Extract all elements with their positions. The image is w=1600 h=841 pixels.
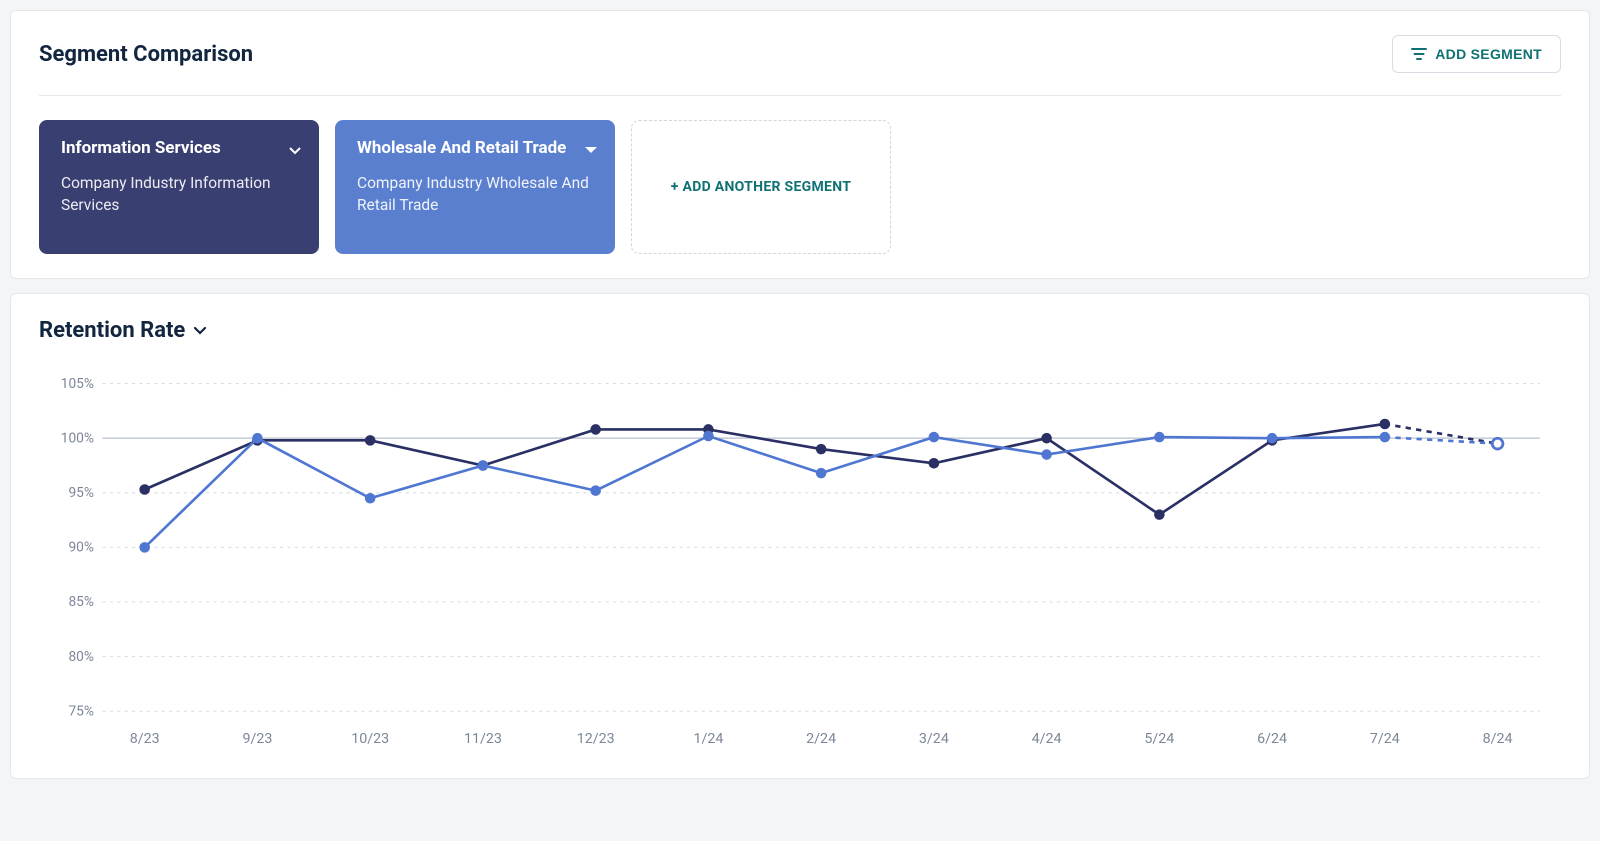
add-segment-button[interactable]: ADD SEGMENT — [1392, 35, 1561, 73]
svg-text:105%: 105% — [61, 376, 94, 392]
svg-text:100%: 100% — [61, 430, 94, 446]
add-another-segment-label: + ADD ANOTHER SEGMENT — [671, 179, 851, 195]
svg-text:5/24: 5/24 — [1144, 731, 1174, 747]
metric-title: Retention Rate — [39, 318, 185, 343]
svg-text:7/24: 7/24 — [1370, 731, 1400, 747]
add-segment-label: ADD SEGMENT — [1435, 46, 1542, 62]
retention-chart: 75% 80% 85% 90% 95% 100% 105% 8/23 9/23 10/23 11/2… — [39, 373, 1561, 754]
svg-text:12/23: 12/23 — [577, 731, 615, 747]
svg-text:8/24: 8/24 — [1483, 731, 1513, 747]
segment-card-information-services[interactable]: Information Services Company Industry In… — [39, 120, 319, 254]
svg-text:75%: 75% — [68, 703, 94, 719]
segment-card-title: Segment Comparison — [39, 42, 253, 67]
svg-text:3/24: 3/24 — [919, 731, 949, 747]
segment-comparison-card: Segment Comparison ADD SEGMENT Informati… — [10, 10, 1590, 279]
svg-text:8/23: 8/23 — [130, 731, 160, 747]
segment-subtitle: Company Industry Wholesale And Retail Tr… — [357, 172, 593, 217]
segment-card-wholesale-retail[interactable]: Wholesale And Retail Trade Company Indus… — [335, 120, 615, 254]
chevron-down-icon[interactable] — [585, 140, 597, 159]
segment-title: Information Services — [61, 138, 297, 158]
svg-text:11/23: 11/23 — [464, 731, 502, 747]
segments-row: Information Services Company Industry In… — [39, 120, 1561, 254]
add-another-segment-button[interactable]: + ADD ANOTHER SEGMENT — [631, 120, 891, 254]
segment-title: Wholesale And Retail Trade — [357, 138, 593, 158]
svg-text:6/24: 6/24 — [1257, 731, 1287, 747]
filter-icon — [1411, 47, 1427, 61]
retention-rate-card: Retention Rate 75% 80% 85% 90% 95% 100% 105% 8/… — [10, 293, 1590, 779]
svg-text:90%: 90% — [68, 540, 94, 556]
svg-text:9/23: 9/23 — [242, 731, 272, 747]
metric-header[interactable]: Retention Rate — [39, 318, 1561, 343]
svg-text:2/24: 2/24 — [806, 731, 836, 747]
segment-subtitle: Company Industry Information Services — [61, 172, 297, 217]
svg-text:1/24: 1/24 — [693, 731, 723, 747]
svg-text:80%: 80% — [68, 649, 94, 665]
svg-text:10/23: 10/23 — [351, 731, 389, 747]
svg-text:4/24: 4/24 — [1032, 731, 1062, 747]
svg-text:85%: 85% — [68, 594, 94, 610]
svg-text:95%: 95% — [68, 485, 94, 501]
chevron-down-icon[interactable] — [193, 321, 207, 340]
segment-card-header: Segment Comparison ADD SEGMENT — [39, 35, 1561, 96]
chevron-down-icon[interactable] — [289, 140, 301, 159]
